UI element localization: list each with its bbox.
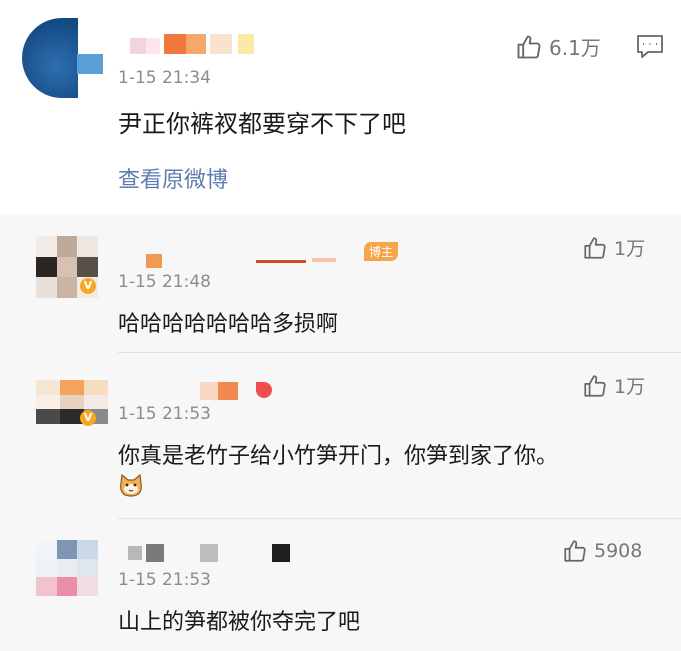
like-button[interactable]: 1万 xyxy=(582,234,645,261)
verified-badge-icon: V xyxy=(80,278,96,294)
post-text: 尹正你裤衩都要穿不下了吧 xyxy=(118,110,406,138)
verified-badge-icon: V xyxy=(80,410,96,426)
reply-text: 山上的笋都被你夺完了吧 xyxy=(118,610,361,635)
like-button[interactable]: 1万 xyxy=(582,372,645,399)
like-count: 1万 xyxy=(614,238,646,260)
divider xyxy=(118,352,681,353)
post-time: 1-15 21:34 xyxy=(118,68,211,88)
author-badge: 博主 xyxy=(364,242,399,261)
comment-icon xyxy=(637,35,663,58)
like-count: 1万 xyxy=(614,376,646,398)
avatar[interactable] xyxy=(36,540,98,596)
username-blurred[interactable] xyxy=(128,544,298,564)
username-blurred[interactable] xyxy=(146,242,366,268)
main-post: 1-15 21:34 尹正你裤衩都要穿不下了吧 查看原微博 6.1万 xyxy=(0,0,681,214)
reply-time: 1-15 21:53 xyxy=(118,570,211,590)
thumbs-up-icon xyxy=(584,236,606,259)
reply-text: 哈哈哈哈哈哈哈多损啊 xyxy=(118,312,339,337)
avatar[interactable] xyxy=(36,380,108,424)
thumbs-up-icon xyxy=(517,35,541,58)
like-count: 6.1万 xyxy=(549,36,601,60)
cat-emoji-icon xyxy=(118,473,144,502)
reply-text: 你真是老竹子给小竹笋开门，你笋到家了你。 xyxy=(118,444,559,469)
like-count: 5908 xyxy=(594,540,643,562)
username-blurred[interactable] xyxy=(200,378,280,404)
thumbs-up-icon xyxy=(584,374,606,397)
divider xyxy=(118,518,681,519)
replies-section: V 博主 1-15 21:48 哈哈哈哈哈哈哈多损啊 1万 V 1-15 21:… xyxy=(0,214,681,651)
thumbs-up-icon xyxy=(564,540,586,562)
reply-time: 1-15 21:53 xyxy=(118,404,211,424)
view-original-link[interactable]: 查看原微博 xyxy=(118,162,228,194)
like-button[interactable]: 5908 xyxy=(562,538,642,564)
reply-time: 1-15 21:48 xyxy=(118,272,211,292)
like-button[interactable]: 6.1万 xyxy=(515,32,601,61)
username-blurred[interactable] xyxy=(130,30,260,56)
comment-button[interactable] xyxy=(636,34,664,64)
avatar[interactable] xyxy=(22,18,108,98)
